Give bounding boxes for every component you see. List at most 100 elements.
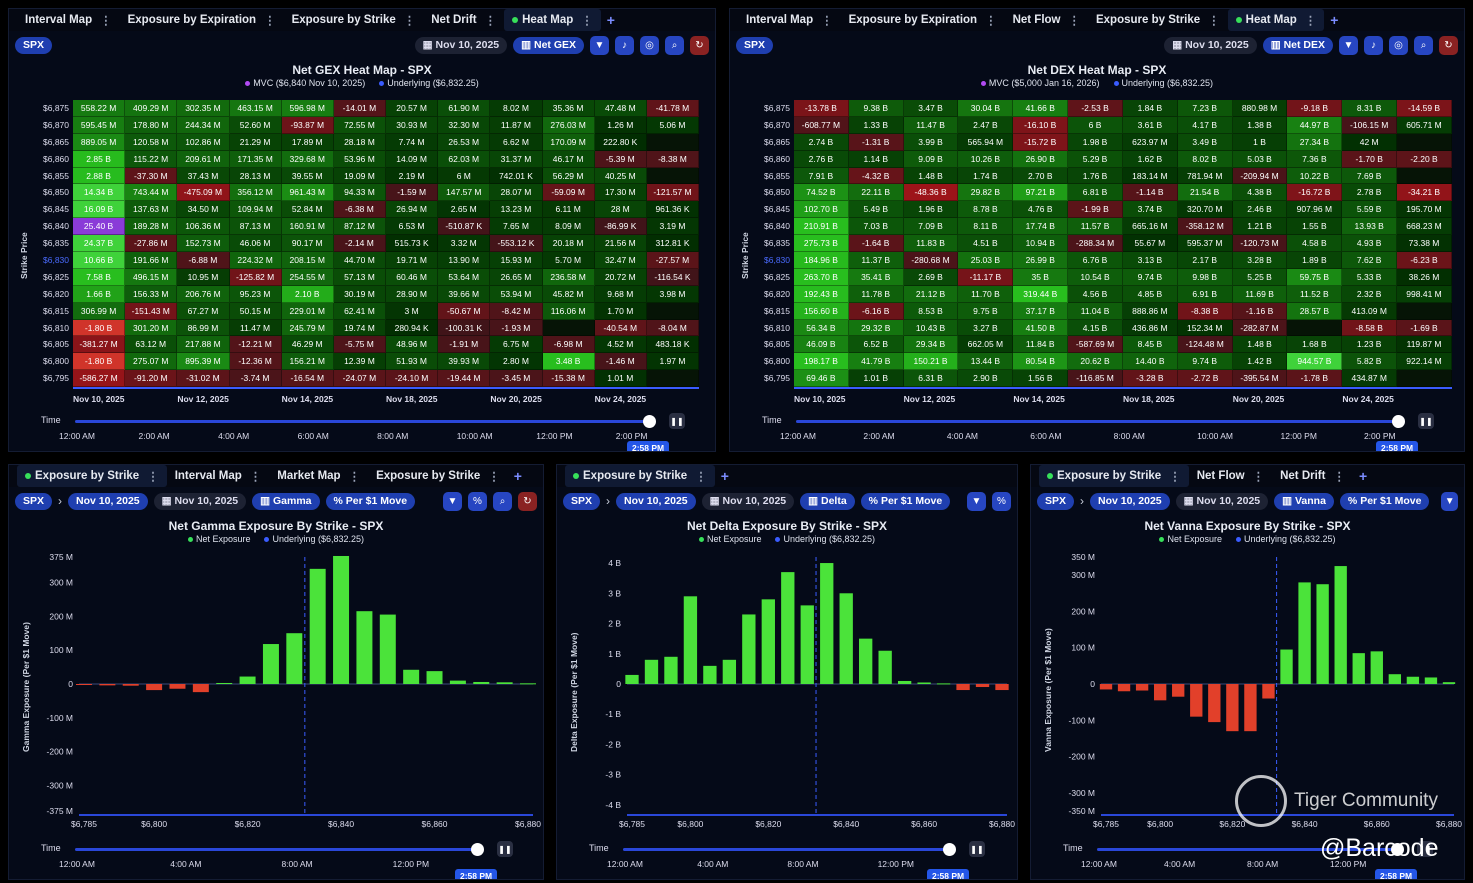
heatmap-cell[interactable]: 2.85 B <box>73 150 126 168</box>
heatmap-cell[interactable]: 208.15 M <box>281 252 334 269</box>
heatmap-cell[interactable]: 38.26 M <box>1397 268 1452 286</box>
heatmap-cell[interactable]: 2.70 B <box>1013 167 1069 185</box>
heatmap-cell[interactable]: 9.09 B <box>903 150 959 168</box>
heatmap-cell[interactable]: 11.69 B <box>1232 285 1288 303</box>
heatmap-cell[interactable]: 312.81 K <box>646 235 700 253</box>
heatmap-cell[interactable]: -2.20 B <box>1397 150 1452 168</box>
heatmap-cell[interactable]: -24.10 M <box>386 370 439 388</box>
heatmap-cell[interactable]: -1.99 B <box>1068 201 1123 219</box>
heatmap-cell[interactable]: 961.43 M <box>281 184 334 202</box>
heatmap-cell[interactable]: 6.81 B <box>1068 184 1123 202</box>
heatmap-cell[interactable]: 59.75 B <box>1287 268 1343 286</box>
heatmap-cell[interactable]: 156.21 M <box>281 353 334 371</box>
heatmap-cell[interactable]: -3.45 M <box>490 370 543 388</box>
heatmap-cell[interactable]: 86.99 M <box>177 319 230 337</box>
heatmap-cell[interactable]: 37.17 B <box>1013 302 1069 320</box>
heatmap-cell[interactable]: 245.79 M <box>281 319 334 337</box>
heatmap-cell[interactable]: 9.74 B <box>1177 353 1233 371</box>
heatmap-cell[interactable]: 565.94 M <box>958 133 1014 151</box>
heatmap-cell[interactable]: 160.91 M <box>281 218 334 236</box>
heatmap-cell[interactable]: 434.87 M <box>1342 370 1398 388</box>
heatmap-cell[interactable] <box>646 302 700 320</box>
heatmap-cell[interactable]: 1 B <box>1232 133 1288 151</box>
heatmap-cell[interactable] <box>1397 370 1452 388</box>
tab-item[interactable]: Exposure by Strike ⋮ <box>284 9 424 31</box>
heatmap-cell[interactable]: 8.45 B <box>1122 336 1178 354</box>
pause-icon[interactable]: ❚❚ <box>669 413 685 429</box>
heatmap-cell[interactable]: 2.19 M <box>386 167 439 185</box>
heatmap-cell[interactable]: -14.01 M <box>333 100 387 117</box>
heatmap-cell[interactable]: 9.38 B <box>848 100 904 117</box>
heatmap-cell[interactable]: 483.18 K <box>646 336 700 354</box>
heatmap-cell[interactable]: -16.72 B <box>1287 184 1343 202</box>
heatmap-cell[interactable]: 5.82 B <box>1342 353 1398 371</box>
heatmap-cell[interactable]: 1.01 M <box>594 370 647 388</box>
heatmap-cell[interactable]: -27.86 M <box>125 235 178 253</box>
heatmap-cell[interactable]: 280.94 K <box>386 319 439 337</box>
heatmap-cell[interactable]: 32.30 M <box>438 116 491 134</box>
heatmap-cell[interactable]: 61.90 M <box>438 100 491 117</box>
heatmap-cell[interactable]: 5.29 B <box>1068 150 1123 168</box>
heatmap-cell[interactable]: 14.34 B <box>73 184 126 202</box>
tab-item[interactable]: Net Drift ⋮ <box>1272 465 1353 487</box>
heatmap-cell[interactable]: 3.61 B <box>1122 116 1178 134</box>
heatmap-cell[interactable]: 11.70 B <box>958 285 1014 303</box>
heatmap-cell[interactable]: -124.48 M <box>1177 336 1233 354</box>
tab-item[interactable]: Market Map ⋮ <box>269 465 368 487</box>
heatmap-cell[interactable]: 10.94 B <box>1013 235 1069 253</box>
heatmap-cell[interactable]: 3.27 B <box>958 319 1014 337</box>
ticker-pill[interactable]: SPX <box>15 36 53 54</box>
heatmap-cell[interactable]: 8.78 B <box>958 201 1014 219</box>
tab-item[interactable]: Exposure by Strike ⋮ <box>17 465 167 487</box>
kebab-menu-icon[interactable]: ⋮ <box>1305 13 1317 27</box>
heatmap-cell[interactable]: -6.98 M <box>542 336 595 354</box>
kebab-menu-icon[interactable]: ⋮ <box>581 13 593 27</box>
heatmap-cell[interactable]: 42 M <box>1342 133 1398 151</box>
heatmap-cell[interactable]: 275.73 B <box>794 235 849 253</box>
heatmap-cell[interactable]: -4.32 B <box>848 167 904 185</box>
heatmap-cell[interactable]: -282.87 M <box>1232 319 1288 337</box>
heatmap-cell[interactable]: 3.19 M <box>646 218 700 236</box>
heatmap-cell[interactable]: 2.10 B <box>281 285 334 303</box>
heatmap-cell[interactable]: 2.78 B <box>1342 184 1398 202</box>
heatmap-cell[interactable]: 171.35 M <box>229 150 282 168</box>
heatmap-cell[interactable]: 46.09 B <box>794 336 849 354</box>
heatmap-cell[interactable] <box>542 319 595 337</box>
heatmap-cell[interactable]: 13.90 M <box>438 252 491 269</box>
kebab-menu-icon[interactable]: ⋮ <box>264 13 276 27</box>
heatmap-cell[interactable]: -9.18 B <box>1287 100 1343 117</box>
heatmap-cell[interactable]: 743.44 M <box>125 184 178 202</box>
tab-item[interactable]: Interval Map ⋮ <box>738 9 841 31</box>
heatmap-cell[interactable]: -1.70 B <box>1342 150 1398 168</box>
heatmap-cell[interactable]: -91.20 M <box>125 370 178 388</box>
heatmap-cell[interactable]: 29.34 B <box>903 336 959 354</box>
heatmap-cell[interactable]: -8.38 B <box>1177 302 1233 320</box>
heatmap-cell[interactable]: 20.72 M <box>594 268 647 286</box>
heatmap-cell[interactable]: -12.21 M <box>229 336 282 354</box>
heatmap-cell[interactable]: 19.71 M <box>386 252 439 269</box>
kebab-menu-icon[interactable]: ⋮ <box>404 13 416 27</box>
heatmap-cell[interactable]: -93.87 M <box>281 116 334 134</box>
heatmap-cell[interactable]: 7.03 B <box>848 218 904 236</box>
heatmap-cell[interactable]: 7.36 B <box>1287 150 1343 168</box>
heatmap-cell[interactable]: 53.96 M <box>333 150 387 168</box>
heatmap-cell[interactable]: 3.48 B <box>542 353 595 371</box>
heatmap-cell[interactable]: 206.76 M <box>177 285 230 303</box>
heatmap-cell[interactable]: 8.31 B <box>1342 100 1398 117</box>
heatmap-cell[interactable]: 1.89 B <box>1287 252 1343 269</box>
ticker-pill[interactable]: SPX <box>563 492 601 510</box>
heatmap-cell[interactable]: -1.69 B <box>1397 319 1452 337</box>
heatmap-cell[interactable]: 1.33 B <box>848 116 904 134</box>
heatmap-cell[interactable]: 4.58 B <box>1287 235 1343 253</box>
heatmap-cell[interactable]: 11.04 B <box>1068 302 1123 320</box>
heatmap-cell[interactable]: 32.47 M <box>594 252 647 269</box>
kebab-menu-icon[interactable]: ⋮ <box>488 469 500 483</box>
heatmap-cell[interactable]: 217.88 M <box>177 336 230 354</box>
heatmap-cell[interactable]: 26.90 B <box>1013 150 1069 168</box>
heatmap-cell[interactable]: 9.68 M <box>594 285 647 303</box>
heatmap-cell[interactable]: 28.57 B <box>1287 302 1343 320</box>
heatmap-cell[interactable]: 46.29 M <box>281 336 334 354</box>
heatmap-cell[interactable]: 147.57 M <box>438 184 491 202</box>
heatmap-cell[interactable]: 496.15 M <box>125 268 178 286</box>
time-knob[interactable] <box>1392 415 1405 428</box>
